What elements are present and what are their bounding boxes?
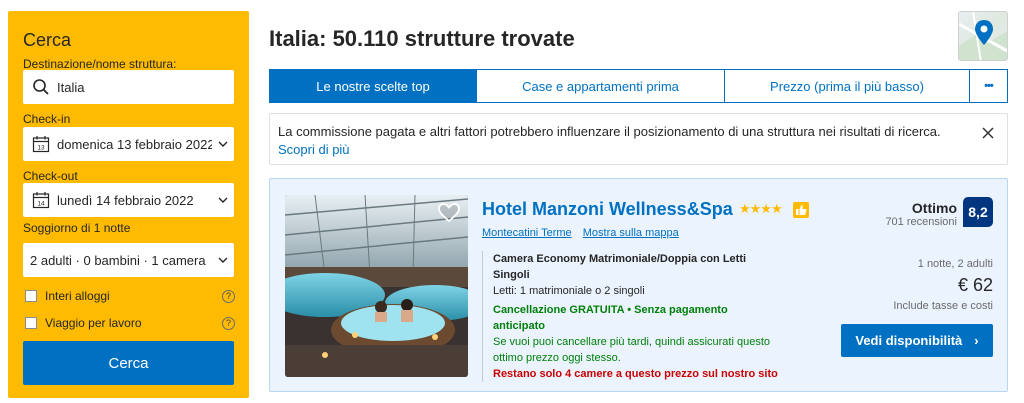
nights-guests: 1 notte, 2 adulti [917, 258, 993, 270]
rooms-left-warning: Restano solo 4 camere a questo prezzo su… [493, 368, 778, 380]
checkin-day-number: 13 [37, 145, 45, 152]
destination-field[interactable]: Italia [23, 70, 234, 104]
see-availability-button[interactable]: Vedi disponibilità › [841, 324, 993, 357]
guests-select[interactable]: 2 adulti · 0 bambini · 1 camera [23, 243, 234, 277]
sidebar-title: Cerca [23, 30, 72, 50]
stay-length-label: Soggiorno di 1 notte [23, 221, 131, 235]
destination-label: Destinazione/nome struttura: [23, 57, 177, 71]
review-count: 701 recensioni [885, 216, 957, 228]
heart-icon[interactable] [438, 203, 460, 223]
search-sidebar: Cerca Destinazione/nome struttura: Itali… [8, 11, 249, 398]
learn-more-link[interactable]: Scopri di più [278, 142, 350, 157]
price: € 62 [957, 275, 993, 295]
chevron-right-icon: › [974, 333, 979, 348]
help-icon[interactable]: ? [222, 290, 235, 303]
business-travel-label: Viaggio per lavoro [45, 316, 142, 330]
see-availability-label: Vedi disponibilità [855, 333, 963, 348]
chevron-down-icon [212, 257, 234, 263]
location-links: Montecatini Terme Mostra sulla mappa [482, 227, 687, 239]
tab-top-picks[interactable]: Le nostre scelte top [269, 69, 477, 103]
checkin-value[interactable]: domenica 13 febbraio 2022 [53, 137, 212, 152]
business-travel-filter[interactable]: Viaggio per lavoro ? [25, 316, 235, 330]
page-title: Italia: 50.110 strutture trovate [269, 26, 575, 51]
room-title: Camera Economy Matrimoniale/Doppia con L… [493, 253, 747, 281]
map-thumbnail[interactable] [958, 11, 1008, 61]
tab-lowest-price[interactable]: Prezzo (prima il più basso) [725, 69, 970, 103]
close-icon[interactable] [981, 126, 995, 140]
chevron-down-icon [212, 197, 234, 203]
search-icon [29, 78, 53, 96]
whole-homes-checkbox[interactable] [25, 290, 37, 302]
whole-homes-label: Interi alloggi [45, 289, 110, 303]
guests-value[interactable]: 2 adulti · 0 bambini · 1 camera [23, 253, 212, 268]
ranking-notice: La commissione pagata e altri fattori po… [269, 113, 1008, 165]
tab-homes-first[interactable]: Case e appartamenti prima [477, 69, 725, 103]
star-rating: ★★★★ [739, 201, 783, 216]
checkin-field[interactable]: 13 domenica 13 febbraio 2022 [23, 127, 234, 161]
review-score-badge[interactable]: 8,2 [963, 197, 993, 227]
checkout-day-number: 14 [37, 201, 45, 208]
hotel-name-link[interactable]: Hotel Manzoni Wellness&Spa [482, 199, 733, 220]
destination-value[interactable]: Italia [53, 80, 234, 95]
calendar-icon: 14 [29, 191, 53, 209]
more-options-button[interactable]: ••• [970, 69, 1008, 103]
free-cancellation-description: Se vuoi puoi cancellare più tardi, quind… [493, 336, 770, 364]
room-beds: Letti: 1 matrimoniale o 2 singoli [493, 285, 645, 297]
property-card: Hotel Manzoni Wellness&Spa ★★★★ Montecat… [269, 178, 1008, 392]
thumbs-up-icon [793, 202, 809, 218]
free-cancellation: Cancellazione GRATUITA • Senza pagamento… [493, 304, 728, 332]
checkout-label: Check-out [23, 169, 78, 183]
checkout-field[interactable]: 14 lunedì 14 febbraio 2022 [23, 183, 234, 217]
notice-text: La commissione pagata e altri fattori po… [278, 124, 941, 139]
taxes-note: Include tasse e costi [893, 300, 993, 312]
room-details: Camera Economy Matrimoniale/Doppia con L… [482, 251, 782, 382]
whole-homes-filter[interactable]: Interi alloggi ? [25, 289, 235, 303]
business-travel-checkbox[interactable] [25, 317, 37, 329]
hotel-photo[interactable] [285, 195, 468, 377]
review-score-word: Ottimo [911, 200, 957, 216]
calendar-icon: 13 [29, 135, 53, 153]
help-icon[interactable]: ? [222, 317, 235, 330]
checkout-value[interactable]: lunedì 14 febbraio 2022 [53, 193, 212, 208]
location-link[interactable]: Montecatini Terme [482, 227, 572, 239]
sort-tabs: Le nostre scelte top Case e appartamenti… [269, 69, 1008, 103]
show-on-map-link[interactable]: Mostra sulla mappa [583, 227, 679, 239]
checkin-label: Check-in [23, 112, 71, 126]
chevron-down-icon [212, 141, 234, 147]
search-button[interactable]: Cerca [23, 341, 234, 385]
